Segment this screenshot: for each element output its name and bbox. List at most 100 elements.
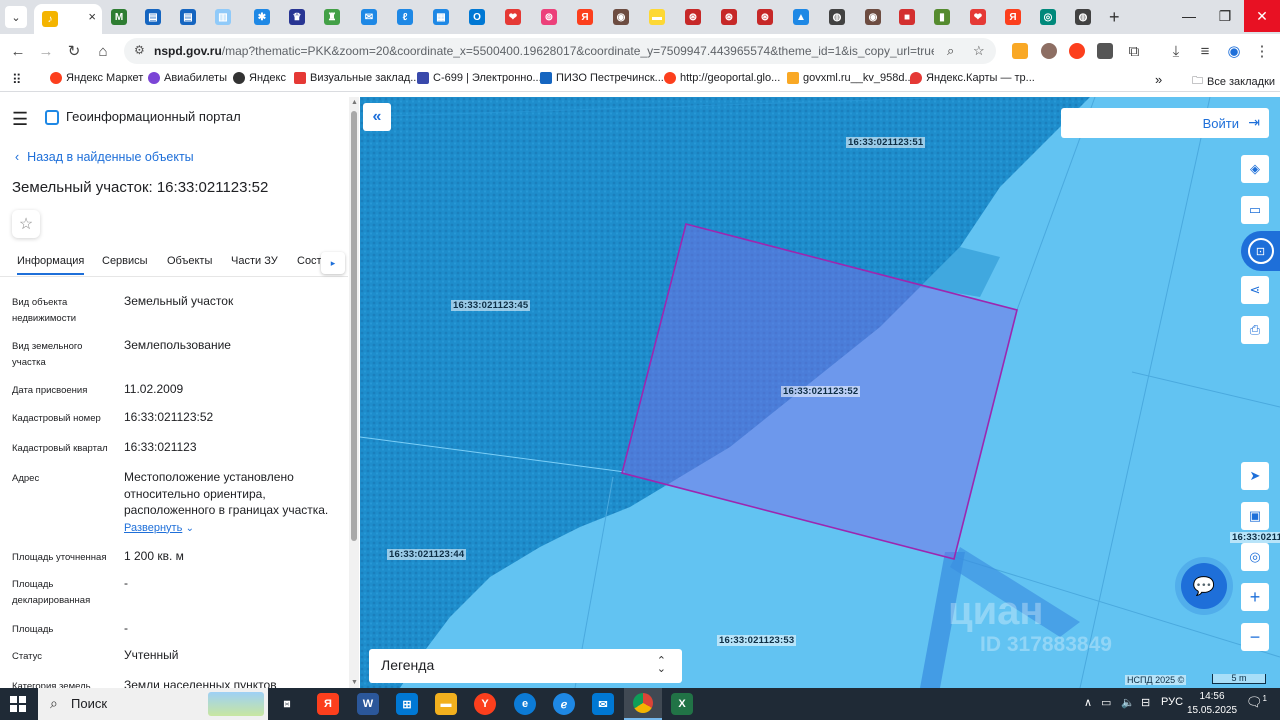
windows-start-icon[interactable]	[10, 696, 26, 712]
tab[interactable]: ▬	[644, 4, 670, 30]
parcel-label[interactable]: 16:33:021123:45	[451, 300, 531, 311]
tab[interactable]: ❤	[965, 4, 991, 30]
tab[interactable]: ⊛	[680, 4, 706, 30]
zoom-out-button[interactable]: −	[1241, 623, 1269, 651]
language-indicator[interactable]: РУС	[1161, 696, 1183, 708]
extensions-puzzle-icon[interactable]: ⧉	[1124, 41, 1144, 61]
tab[interactable]: ✉	[356, 4, 382, 30]
ie-browser-icon[interactable]: ℯ	[553, 693, 575, 715]
home-button[interactable]: ⌂	[93, 41, 113, 61]
back-to-results-link[interactable]: ‹ Назад в найденные объекты	[15, 150, 194, 164]
navigate-arrow-icon[interactable]: ➤	[1241, 462, 1269, 490]
extension-icon[interactable]	[1069, 43, 1085, 59]
site-info-icon[interactable]: ⚙	[134, 43, 145, 57]
apps-grid-icon[interactable]: ⠿	[12, 72, 22, 88]
print-icon[interactable]: ⎙	[1241, 316, 1269, 344]
edge-browser-icon[interactable]: e	[514, 693, 536, 715]
menu-dots-icon[interactable]: ⋮	[1252, 41, 1272, 61]
tab[interactable]: M	[106, 4, 132, 30]
network-icon[interactable]: ▭	[1101, 696, 1111, 709]
parcel-label-selected[interactable]: 16:33:021123:52	[781, 386, 861, 397]
tab[interactable]: ◎	[1035, 4, 1061, 30]
bookmark-item[interactable]: govxml.ru__kv_958d...	[787, 72, 914, 84]
tab-parts[interactable]: Части ЗУ	[231, 255, 278, 267]
bookmark-item[interactable]: http://geoportal.glo...	[664, 72, 780, 84]
bookmark-item[interactable]: ПИЗО Пестречинск...	[540, 72, 664, 84]
new-tab-button[interactable]: +	[1109, 7, 1120, 28]
tab[interactable]: ◍	[824, 4, 850, 30]
address-bar[interactable]: ⚙ nspd.gov.ru/map?thematic=PKK&zoom=20&c…	[124, 38, 996, 64]
minimize-button[interactable]: —	[1170, 0, 1208, 32]
tab[interactable]: ❤	[500, 4, 526, 30]
mail-app-icon[interactable]: ✉	[592, 693, 614, 715]
notifications-icon[interactable]: 🗨1	[1246, 694, 1267, 710]
yandex-app-icon[interactable]: Я	[317, 693, 339, 715]
maximize-button[interactable]: ❐	[1206, 0, 1244, 32]
extension-icon[interactable]	[1041, 43, 1057, 59]
search-icon[interactable]: ⌕	[947, 43, 954, 59]
explorer-folder-icon[interactable]: ▬	[435, 693, 457, 715]
bookmark-item[interactable]: С-699 | Электронно...	[417, 72, 542, 84]
taskbar-clock[interactable]: 14:56 15.05.2025	[1187, 690, 1237, 718]
forward-button[interactable]: →	[36, 41, 56, 61]
tab[interactable]: ◍	[1070, 4, 1096, 30]
scrollbar-thumb[interactable]	[351, 111, 357, 541]
geolocation-icon[interactable]: ◎	[1241, 543, 1269, 571]
tab[interactable]: ▦	[428, 4, 454, 30]
yandex-browser-icon[interactable]: Y	[474, 693, 496, 715]
tab[interactable]: ✱	[249, 4, 275, 30]
share-icon[interactable]: ⋖	[1241, 276, 1269, 304]
tab[interactable]: ▥	[210, 4, 236, 30]
bookmark-item[interactable]: Яндекс Маркет	[50, 72, 143, 84]
tab-objects[interactable]: Объекты	[167, 255, 212, 267]
tab[interactable]: ▤	[175, 4, 201, 30]
tab[interactable]: ⊚	[536, 4, 562, 30]
tray-expand-icon[interactable]: ∧	[1084, 696, 1092, 709]
scroll-up-icon[interactable]: ▲	[351, 99, 358, 106]
menu-hamburger-icon[interactable]: ☰	[12, 109, 28, 130]
parcel-label[interactable]: 16:33:0211	[1230, 532, 1280, 543]
layers-icon[interactable]: ◈	[1241, 155, 1269, 183]
parcel-label[interactable]: 16:33:021123:51	[846, 137, 926, 148]
tab-active[interactable]: ♪ ×	[34, 4, 102, 34]
parcel-label[interactable]: 16:33:021123:53	[717, 635, 797, 646]
bookmark-item[interactable]: Авиабилеты	[148, 72, 227, 84]
tab[interactable]: ℓ	[392, 4, 418, 30]
panel-scrollbar[interactable]: ▲ ▼	[349, 97, 359, 688]
volume-icon[interactable]: 🔈	[1121, 696, 1135, 709]
tab[interactable]: ♛	[284, 4, 310, 30]
legend-dropdown[interactable]: Легенда ⌃ ⌄	[369, 649, 682, 683]
taskbar-search-box[interactable]: ⌕ Поиск	[38, 688, 268, 720]
tab[interactable]: ■	[894, 4, 920, 30]
tab[interactable]: ♜	[319, 4, 345, 30]
bookmark-star-icon[interactable]: ☆	[973, 43, 985, 59]
tab-search-button[interactable]: ⌄	[5, 6, 27, 28]
bookmarks-overflow-button[interactable]: »	[1155, 72, 1162, 87]
tab[interactable]: ⊛	[752, 4, 778, 30]
tab[interactable]: Я	[572, 4, 598, 30]
tab-composition[interactable]: Соста	[297, 255, 323, 267]
tab[interactable]: ◉	[860, 4, 886, 30]
login-button[interactable]: Войти ⇥	[1061, 108, 1269, 138]
zoom-in-button[interactable]: +	[1241, 583, 1269, 611]
back-button[interactable]: ←	[8, 41, 28, 61]
reload-button[interactable]: ↻	[64, 41, 84, 61]
media-icon[interactable]: ≡	[1195, 41, 1215, 61]
tab[interactable]: ◉	[608, 4, 634, 30]
task-view-icon[interactable]: ⧈	[276, 693, 298, 715]
tab[interactable]: O	[464, 4, 490, 30]
collapse-panel-icon[interactable]: «	[363, 103, 391, 131]
bookmark-item[interactable]: Визуальные заклад...	[294, 72, 419, 84]
tab[interactable]: ▲	[788, 4, 814, 30]
extension-icon[interactable]	[1097, 43, 1113, 59]
tab-information[interactable]: Информация	[17, 255, 85, 275]
tab[interactable]: ▤	[140, 4, 166, 30]
minimap-icon[interactable]: ▣	[1241, 502, 1269, 530]
tab-services[interactable]: Сервисы	[102, 255, 148, 267]
favorite-star-icon[interactable]: ☆	[12, 210, 40, 238]
window-close-button[interactable]: ✕	[1244, 0, 1280, 32]
download-icon[interactable]: ⤓	[1166, 41, 1186, 61]
store-app-icon[interactable]: ⊞	[396, 693, 418, 715]
parcel-label[interactable]: 16:33:021123:44	[387, 549, 467, 560]
profile-icon[interactable]: ◉	[1224, 41, 1244, 61]
